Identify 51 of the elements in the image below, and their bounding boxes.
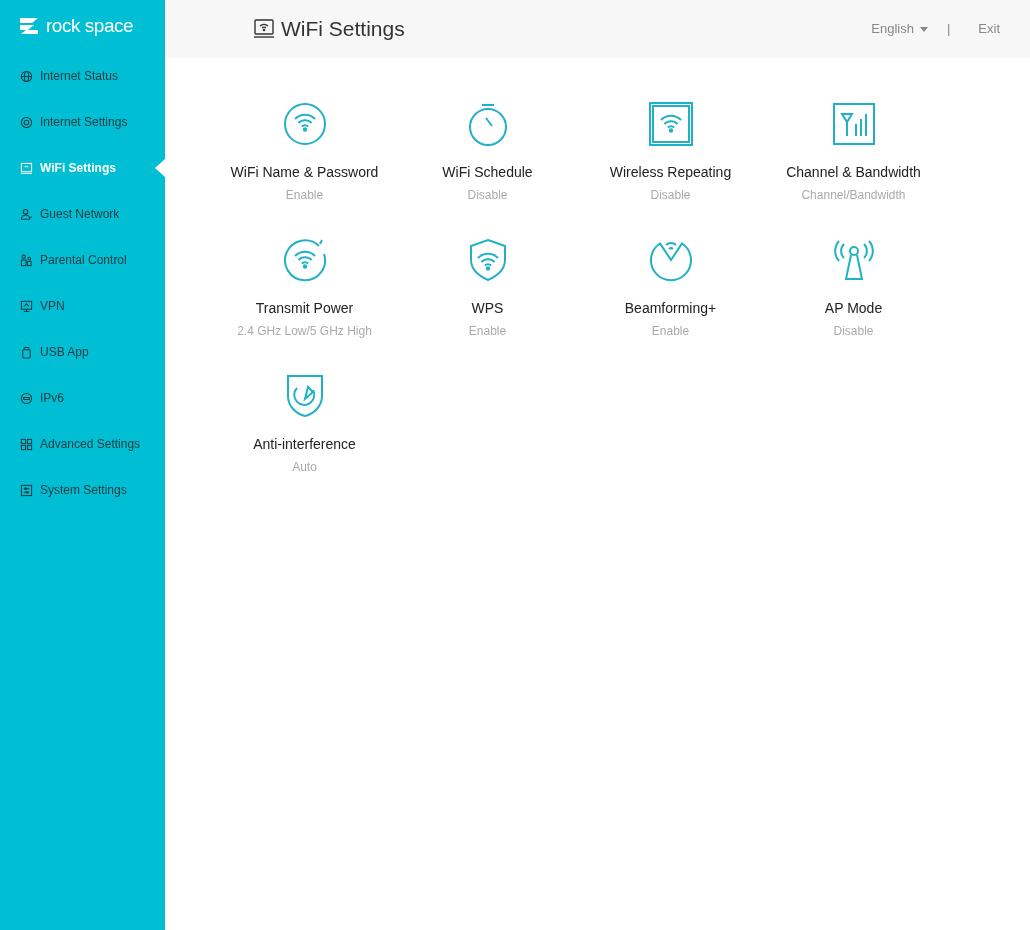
sidebar-item[interactable]: Internet Settings	[0, 99, 165, 145]
circle-icon	[20, 391, 33, 405]
people-icon	[20, 253, 33, 267]
wifi-panel-icon[interactable]	[648, 102, 693, 146]
tile-title[interactable]: WPS	[471, 298, 504, 319]
tile-title[interactable]: Transmit Power	[255, 298, 354, 319]
sidebar-item[interactable]: Advanced Settings	[0, 421, 165, 467]
sidebar-item[interactable]: VPN	[0, 283, 165, 329]
tile-title[interactable]: Channel & Bandwidth	[786, 162, 921, 183]
globe-icon	[20, 69, 33, 83]
wifi-monitor-icon	[253, 18, 275, 40]
tile-title[interactable]: Anti-interference	[253, 434, 356, 455]
person-icon	[20, 207, 33, 221]
tile-status: Channel/Bandwidth	[801, 187, 906, 204]
pointer-icon	[155, 159, 165, 177]
sidebar-item[interactable]: Guest Network	[0, 191, 165, 237]
tile-status: Enable	[468, 323, 507, 340]
caret-icon	[919, 26, 928, 32]
sidebar-item[interactable]: USB App	[0, 329, 165, 375]
tile-status: Auto	[292, 459, 317, 476]
logo-text: rock space	[46, 13, 134, 38]
separator: |	[946, 20, 951, 39]
page-title: WiFi Settings	[281, 16, 405, 43]
sidebar-item[interactable]: Internet Status	[0, 53, 165, 99]
signal-bars-icon[interactable]	[831, 102, 876, 146]
tile-status: Disable	[467, 187, 508, 204]
sidebar-item[interactable]: Parental Control	[0, 237, 165, 283]
tile-status: Disable	[650, 187, 691, 204]
monitor-icon	[20, 161, 33, 175]
tile-title[interactable]: WiFi Schedule	[442, 162, 533, 183]
antenna-icon[interactable]	[831, 238, 876, 282]
wifi-icon[interactable]	[282, 238, 327, 282]
tile-title[interactable]: Beamforming+	[624, 298, 717, 319]
wifi-icon[interactable]	[282, 102, 327, 146]
language-dropdown[interactable]: English	[871, 19, 928, 39]
gear-icon	[20, 115, 33, 129]
usb-stick-icon	[20, 345, 33, 359]
logo-icon	[18, 17, 40, 35]
tile-title[interactable]: Wireless Repeating	[609, 162, 732, 183]
exit-link[interactable]: Exit	[978, 19, 1000, 39]
monitor-icon	[20, 299, 33, 313]
tile-status: Disable	[833, 323, 874, 340]
sidebar-item[interactable]: IPv6	[0, 375, 165, 421]
tile-status: 2.4 GHz Low/5 GHz High	[237, 323, 372, 340]
tile-status: Enable	[651, 323, 690, 340]
tile-title[interactable]: AP Mode	[824, 298, 883, 319]
sliders-icon	[20, 483, 33, 497]
tile-status: Enable	[285, 187, 324, 204]
grid-icon	[20, 437, 33, 451]
tile-title[interactable]: WiFi Name & Password	[230, 162, 379, 183]
sidebar-item[interactable]: System Settings	[0, 467, 165, 513]
